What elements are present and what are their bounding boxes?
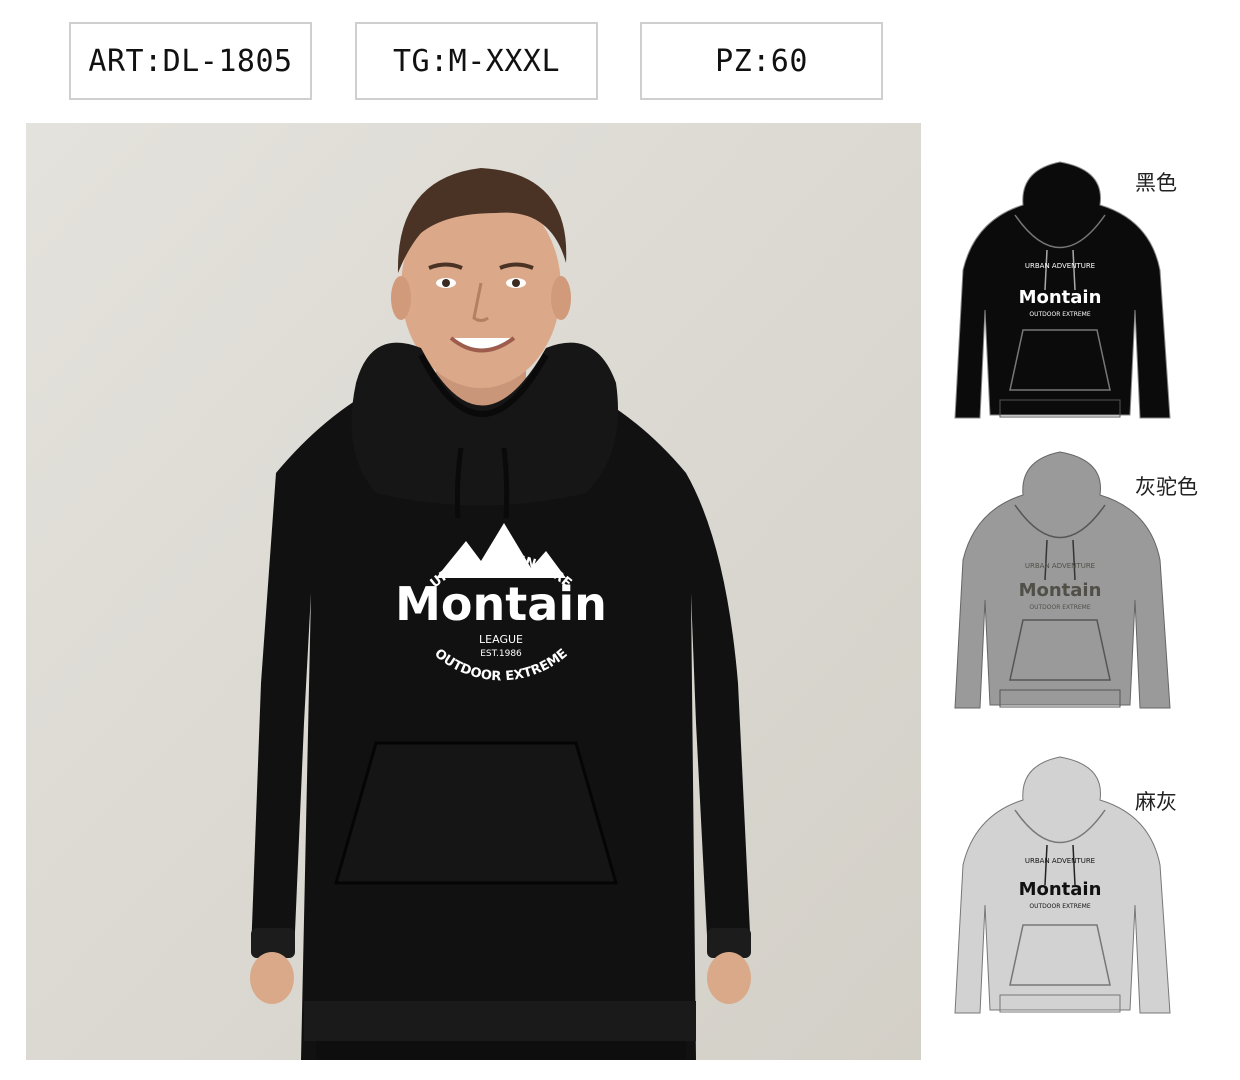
colorway-sketch-black: URBAN ADVENTURE Montain OUTDOOR EXTREME <box>954 161 1171 419</box>
print-league: LEAGUE <box>479 633 523 646</box>
sketch-black-arc-bottom: OUTDOOR EXTREME <box>1029 311 1091 318</box>
colorway-sketch-heather-grey: URBAN ADVENTURE Montain OUTDOOR EXTREME <box>954 756 1171 1014</box>
product-photo: URBAN ADVENTURE Montain LEAGUE EST.1986 … <box>26 123 921 1060</box>
sketch-camel-arc-top: URBAN ADVENTURE <box>1025 562 1095 570</box>
piece-count-box: PZ:60 <box>640 22 883 100</box>
print-brand: Montain <box>395 577 607 631</box>
size-range: TG:M-XXXL <box>392 43 561 79</box>
sketch-heather-arc-bottom: OUTDOOR EXTREME <box>1029 903 1091 910</box>
piece-count: PZ:60 <box>715 43 808 79</box>
colorway-sketch-camel-grey: URBAN ADVENTURE Montain OUTDOOR EXTREME <box>954 451 1171 709</box>
sketch-black-brand: Montain <box>1019 287 1102 308</box>
sketch-black-arc-top: URBAN ADVENTURE <box>1025 262 1095 270</box>
size-range-box: TG:M-XXXL <box>355 22 598 100</box>
print-est: EST.1986 <box>480 649 522 659</box>
model-illustration: URBAN ADVENTURE Montain LEAGUE EST.1986 … <box>26 123 921 1060</box>
sketch-heather-arc-top: URBAN ADVENTURE <box>1025 857 1095 865</box>
sketch-camel-brand: Montain <box>1019 580 1102 601</box>
sketch-heather-brand: Montain <box>1019 879 1102 900</box>
sketch-camel-arc-bottom: OUTDOOR EXTREME <box>1029 604 1091 611</box>
article-code: ART:DL-1805 <box>88 43 293 79</box>
article-code-box: ART:DL-1805 <box>69 22 312 100</box>
